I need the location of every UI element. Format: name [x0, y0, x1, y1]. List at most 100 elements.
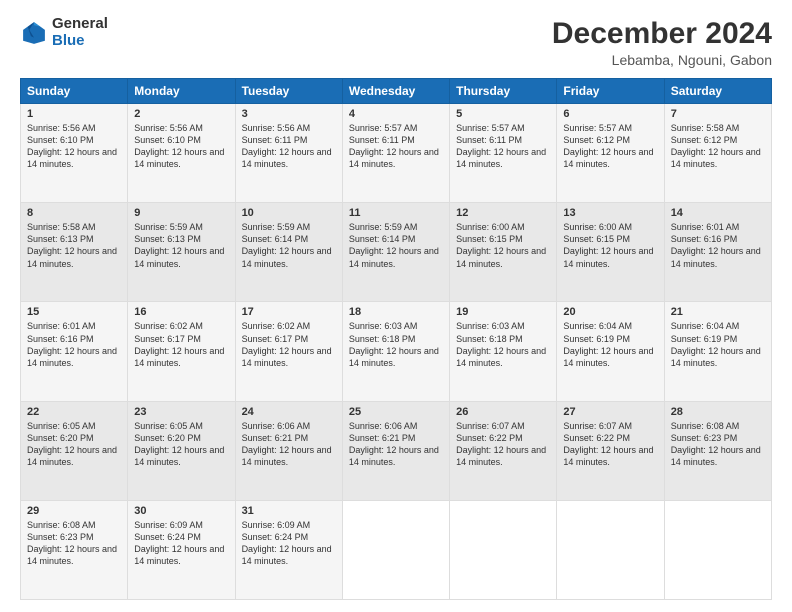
day-cell: 14 Sunrise: 6:01 AM Sunset: 6:16 PM Dayl… [664, 203, 771, 302]
day-number: 21 [671, 306, 765, 318]
col-thursday: Thursday [450, 79, 557, 104]
day-info: Sunrise: 5:59 AM Sunset: 6:14 PM Dayligh… [349, 221, 443, 270]
day-cell: 2 Sunrise: 5:56 AM Sunset: 6:10 PM Dayli… [128, 104, 235, 203]
day-cell: 7 Sunrise: 5:58 AM Sunset: 6:12 PM Dayli… [664, 104, 771, 203]
day-number: 19 [456, 306, 550, 318]
day-cell: 5 Sunrise: 5:57 AM Sunset: 6:11 PM Dayli… [450, 104, 557, 203]
day-cell: 22 Sunrise: 6:05 AM Sunset: 6:20 PM Dayl… [21, 401, 128, 500]
day-number: 30 [134, 505, 228, 517]
day-cell: 11 Sunrise: 5:59 AM Sunset: 6:14 PM Dayl… [342, 203, 449, 302]
day-cell: 28 Sunrise: 6:08 AM Sunset: 6:23 PM Dayl… [664, 401, 771, 500]
day-number: 5 [456, 108, 550, 120]
day-cell: 23 Sunrise: 6:05 AM Sunset: 6:20 PM Dayl… [128, 401, 235, 500]
subtitle: Lebamba, Ngouni, Gabon [552, 52, 772, 68]
day-info: Sunrise: 6:09 AM Sunset: 6:24 PM Dayligh… [134, 519, 228, 568]
week-row-1: 1 Sunrise: 5:56 AM Sunset: 6:10 PM Dayli… [21, 104, 772, 203]
day-info: Sunrise: 5:57 AM Sunset: 6:11 PM Dayligh… [456, 122, 550, 171]
day-info: Sunrise: 5:56 AM Sunset: 6:11 PM Dayligh… [242, 122, 336, 171]
day-info: Sunrise: 6:08 AM Sunset: 6:23 PM Dayligh… [671, 420, 765, 469]
day-cell: 6 Sunrise: 5:57 AM Sunset: 6:12 PM Dayli… [557, 104, 664, 203]
day-number: 26 [456, 406, 550, 418]
day-number: 17 [242, 306, 336, 318]
day-cell: 18 Sunrise: 6:03 AM Sunset: 6:18 PM Dayl… [342, 302, 449, 401]
logo-text: General Blue [52, 16, 108, 49]
day-info: Sunrise: 6:01 AM Sunset: 6:16 PM Dayligh… [671, 221, 765, 270]
title-block: December 2024 Lebamba, Ngouni, Gabon [552, 16, 772, 68]
day-number: 11 [349, 207, 443, 219]
day-number: 1 [27, 108, 121, 120]
day-cell: 4 Sunrise: 5:57 AM Sunset: 6:11 PM Dayli… [342, 104, 449, 203]
col-wednesday: Wednesday [342, 79, 449, 104]
day-info: Sunrise: 6:04 AM Sunset: 6:19 PM Dayligh… [563, 320, 657, 369]
day-number: 6 [563, 108, 657, 120]
week-row-3: 15 Sunrise: 6:01 AM Sunset: 6:16 PM Dayl… [21, 302, 772, 401]
day-cell: 21 Sunrise: 6:04 AM Sunset: 6:19 PM Dayl… [664, 302, 771, 401]
day-info: Sunrise: 5:57 AM Sunset: 6:11 PM Dayligh… [349, 122, 443, 171]
day-number: 7 [671, 108, 765, 120]
logo-general-text: General [52, 16, 108, 33]
day-number: 25 [349, 406, 443, 418]
week-row-5: 29 Sunrise: 6:08 AM Sunset: 6:23 PM Dayl… [21, 500, 772, 599]
day-cell: 16 Sunrise: 6:02 AM Sunset: 6:17 PM Dayl… [128, 302, 235, 401]
day-info: Sunrise: 6:04 AM Sunset: 6:19 PM Dayligh… [671, 320, 765, 369]
day-cell: 8 Sunrise: 5:58 AM Sunset: 6:13 PM Dayli… [21, 203, 128, 302]
calendar-header: Sunday Monday Tuesday Wednesday Thursday… [21, 79, 772, 104]
day-number: 14 [671, 207, 765, 219]
day-cell: 29 Sunrise: 6:08 AM Sunset: 6:23 PM Dayl… [21, 500, 128, 599]
day-number: 4 [349, 108, 443, 120]
day-number: 28 [671, 406, 765, 418]
week-row-2: 8 Sunrise: 5:58 AM Sunset: 6:13 PM Dayli… [21, 203, 772, 302]
day-cell: 24 Sunrise: 6:06 AM Sunset: 6:21 PM Dayl… [235, 401, 342, 500]
day-info: Sunrise: 6:03 AM Sunset: 6:18 PM Dayligh… [456, 320, 550, 369]
day-number: 12 [456, 207, 550, 219]
day-cell: 31 Sunrise: 6:09 AM Sunset: 6:24 PM Dayl… [235, 500, 342, 599]
logo: General Blue [20, 16, 108, 49]
day-cell: 25 Sunrise: 6:06 AM Sunset: 6:21 PM Dayl… [342, 401, 449, 500]
day-info: Sunrise: 6:01 AM Sunset: 6:16 PM Dayligh… [27, 320, 121, 369]
day-number: 22 [27, 406, 121, 418]
day-cell: 10 Sunrise: 5:59 AM Sunset: 6:14 PM Dayl… [235, 203, 342, 302]
day-number: 27 [563, 406, 657, 418]
day-number: 31 [242, 505, 336, 517]
day-info: Sunrise: 5:58 AM Sunset: 6:13 PM Dayligh… [27, 221, 121, 270]
header-row: Sunday Monday Tuesday Wednesday Thursday… [21, 79, 772, 104]
day-number: 20 [563, 306, 657, 318]
day-cell: 12 Sunrise: 6:00 AM Sunset: 6:15 PM Dayl… [450, 203, 557, 302]
day-info: Sunrise: 6:00 AM Sunset: 6:15 PM Dayligh… [563, 221, 657, 270]
day-info: Sunrise: 6:00 AM Sunset: 6:15 PM Dayligh… [456, 221, 550, 270]
day-cell [664, 500, 771, 599]
day-cell: 20 Sunrise: 6:04 AM Sunset: 6:19 PM Dayl… [557, 302, 664, 401]
page: General Blue December 2024 Lebamba, Ngou… [0, 0, 792, 612]
day-info: Sunrise: 6:07 AM Sunset: 6:22 PM Dayligh… [563, 420, 657, 469]
day-number: 8 [27, 207, 121, 219]
calendar-body: 1 Sunrise: 5:56 AM Sunset: 6:10 PM Dayli… [21, 104, 772, 600]
day-info: Sunrise: 6:02 AM Sunset: 6:17 PM Dayligh… [242, 320, 336, 369]
day-info: Sunrise: 5:59 AM Sunset: 6:13 PM Dayligh… [134, 221, 228, 270]
day-info: Sunrise: 6:05 AM Sunset: 6:20 PM Dayligh… [134, 420, 228, 469]
day-number: 9 [134, 207, 228, 219]
day-info: Sunrise: 6:09 AM Sunset: 6:24 PM Dayligh… [242, 519, 336, 568]
day-number: 3 [242, 108, 336, 120]
col-tuesday: Tuesday [235, 79, 342, 104]
day-cell [342, 500, 449, 599]
day-number: 16 [134, 306, 228, 318]
main-title: December 2024 [552, 16, 772, 52]
day-info: Sunrise: 6:06 AM Sunset: 6:21 PM Dayligh… [349, 420, 443, 469]
day-cell: 17 Sunrise: 6:02 AM Sunset: 6:17 PM Dayl… [235, 302, 342, 401]
day-info: Sunrise: 5:56 AM Sunset: 6:10 PM Dayligh… [27, 122, 121, 171]
day-number: 23 [134, 406, 228, 418]
day-info: Sunrise: 5:56 AM Sunset: 6:10 PM Dayligh… [134, 122, 228, 171]
day-info: Sunrise: 5:59 AM Sunset: 6:14 PM Dayligh… [242, 221, 336, 270]
day-cell: 15 Sunrise: 6:01 AM Sunset: 6:16 PM Dayl… [21, 302, 128, 401]
day-cell [450, 500, 557, 599]
day-info: Sunrise: 5:57 AM Sunset: 6:12 PM Dayligh… [563, 122, 657, 171]
week-row-4: 22 Sunrise: 6:05 AM Sunset: 6:20 PM Dayl… [21, 401, 772, 500]
day-cell: 27 Sunrise: 6:07 AM Sunset: 6:22 PM Dayl… [557, 401, 664, 500]
header: General Blue December 2024 Lebamba, Ngou… [20, 16, 772, 68]
col-friday: Friday [557, 79, 664, 104]
col-saturday: Saturday [664, 79, 771, 104]
logo-blue-text: Blue [52, 33, 108, 50]
day-cell: 26 Sunrise: 6:07 AM Sunset: 6:22 PM Dayl… [450, 401, 557, 500]
day-cell: 9 Sunrise: 5:59 AM Sunset: 6:13 PM Dayli… [128, 203, 235, 302]
col-sunday: Sunday [21, 79, 128, 104]
